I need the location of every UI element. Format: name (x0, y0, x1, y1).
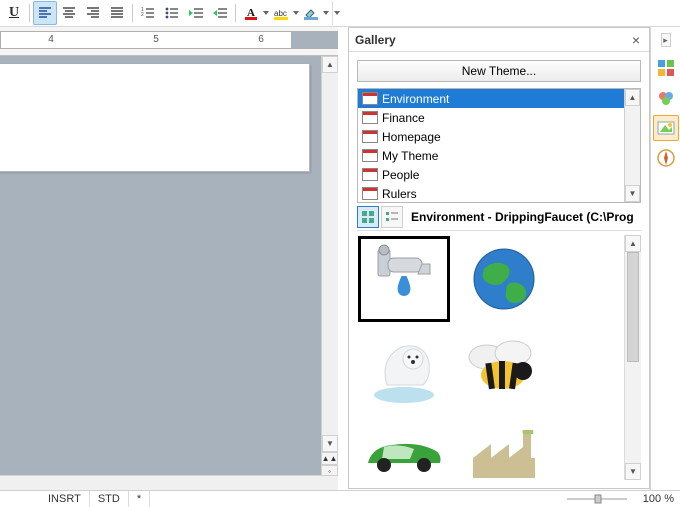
status-selection-mode[interactable]: STD (90, 491, 129, 507)
thumbnail-factory[interactable] (459, 413, 549, 480)
theme-item-mytheme[interactable]: My Theme (358, 146, 624, 165)
thumbnail-polarbear[interactable] (359, 325, 449, 409)
detail-view-button[interactable] (381, 206, 403, 228)
highlight-button[interactable]: abc (269, 1, 293, 25)
new-theme-button[interactable]: New Theme... (357, 60, 641, 82)
thumbnail-drippingfaucet[interactable] (359, 237, 449, 321)
align-left-button[interactable] (33, 1, 57, 25)
status-insert-mode[interactable]: INSRT (40, 491, 90, 507)
theme-item-finance[interactable]: Finance (358, 108, 624, 127)
sidebar-toggle[interactable]: ▸ (661, 33, 671, 47)
properties-deck-button[interactable] (653, 55, 679, 81)
scroll-down-icon[interactable]: ▼ (625, 463, 641, 480)
navigator-deck-button[interactable] (653, 145, 679, 171)
theme-item-environment[interactable]: Environment (358, 89, 624, 108)
separator (29, 4, 30, 22)
theme-item-homepage[interactable]: Homepage (358, 127, 624, 146)
status-modified-icon[interactable]: * (129, 491, 150, 507)
list-number-button[interactable]: 12 (136, 1, 160, 25)
gallery-info-text: Environment - DrippingFaucet (C:\Prog (411, 210, 634, 224)
background-color-button[interactable] (299, 1, 323, 25)
zoom-percent[interactable]: 100 % (643, 493, 674, 505)
gallery-title: Gallery (355, 33, 629, 47)
theme-icon (362, 130, 378, 143)
align-justify-button[interactable] (105, 1, 129, 25)
svg-text:abc: abc (274, 9, 287, 18)
align-right-button[interactable] (81, 1, 105, 25)
theme-list: Environment Finance Homepage My Theme Pe… (357, 88, 641, 203)
scrollbar-thumb[interactable] (627, 252, 639, 362)
theme-icon (362, 187, 378, 200)
scroll-up-icon[interactable]: ▲ (625, 235, 641, 252)
styles-deck-button[interactable] (653, 85, 679, 111)
list-bullet-button[interactable] (160, 1, 184, 25)
zoom-slider[interactable] (567, 493, 637, 505)
separator (132, 4, 133, 22)
horizontal-scrollbar[interactable] (0, 475, 338, 490)
thumbnail-scrollbar[interactable]: ▲ ▼ (624, 235, 641, 480)
theme-icon (362, 168, 378, 181)
sidebar-rail: ▸ (650, 27, 680, 490)
thumbnail-earth[interactable] (459, 237, 549, 321)
horizontal-ruler[interactable]: 4 5 6 (0, 27, 338, 56)
thumbnail-bee[interactable] (459, 325, 549, 409)
indent-increase-button[interactable] (208, 1, 232, 25)
document-page[interactable] (0, 64, 310, 172)
theme-icon (362, 111, 378, 124)
svg-text:2: 2 (141, 12, 144, 18)
underline-button[interactable]: U (2, 1, 26, 25)
scroll-down-icon[interactable]: ▼ (625, 185, 640, 202)
icon-view-button[interactable] (357, 206, 379, 228)
theme-item-rulers[interactable]: Rulers (358, 184, 624, 202)
vertical-scrollbar[interactable]: ▲ ▼ (321, 56, 338, 452)
scroll-down-icon[interactable]: ▼ (322, 435, 338, 452)
scroll-up-icon[interactable]: ▲ (322, 56, 338, 73)
theme-list-scrollbar[interactable]: ▲ ▼ (624, 89, 641, 202)
gallery-panel: Gallery × New Theme... Environment Finan… (348, 27, 650, 489)
indent-decrease-button[interactable] (184, 1, 208, 25)
background-color-dropdown[interactable] (323, 1, 329, 25)
theme-icon (362, 149, 378, 162)
theme-item-people[interactable]: People (358, 165, 624, 184)
toolbar-overflow[interactable] (332, 1, 340, 25)
gallery-thumbnails: ▲ ▼ (357, 235, 641, 480)
align-center-button[interactable] (57, 1, 81, 25)
separator (235, 4, 236, 22)
font-color-button[interactable]: A (239, 1, 263, 25)
document-area: ▲ ▼ ▲▲ ◦ ▼▼ (0, 56, 338, 490)
theme-icon (362, 92, 378, 105)
thumbnail-car[interactable] (359, 413, 449, 480)
gallery-deck-button[interactable] (653, 115, 679, 141)
formatting-toolbar: U 12 A abc (0, 0, 680, 27)
scroll-up-icon[interactable]: ▲ (625, 89, 640, 106)
prev-page-button[interactable]: ▲▲ (321, 452, 338, 465)
close-icon[interactable]: × (629, 33, 643, 47)
